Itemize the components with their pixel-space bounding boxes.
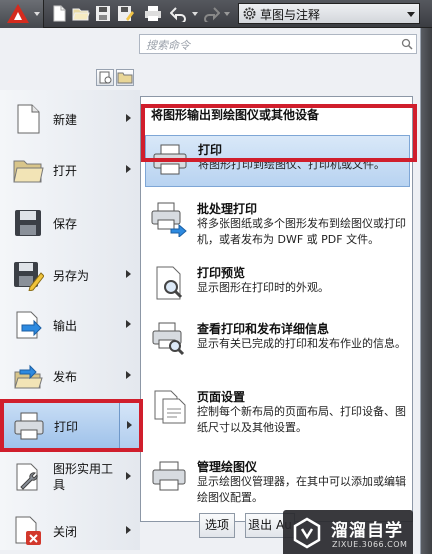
chevron-right-icon [127,421,132,429]
submenu-item-batch-plot[interactable]: 批处理打印 将多张图纸或多个图形发布到绘图仪或打印机，或者发布为 DWF 或 P… [145,195,410,257]
submenu-item-page-setup[interactable]: 页面设置 控制每个新布局的页面布局、打印设备、图纸尺寸以及其他设置。 [145,383,410,445]
new-file-icon [12,103,44,135]
watermark-url: ZIXUE.3066.COM [332,540,408,549]
chevron-right-icon [126,320,131,328]
redo-dropdown-icon[interactable] [218,5,230,22]
menu-item-new[interactable]: 新建 [0,94,140,144]
floppy-disk-icon [12,207,44,239]
menu-item-save-as[interactable]: 另存为 [0,250,140,300]
plotter-manager-icon [151,459,187,495]
submenu-item-title: 打印预览 [197,266,246,280]
search-placeholder: 搜索命令 [146,39,190,52]
submenu-item-desc: 将多张图纸或多个图形发布到绘图仪或打印机，或者发布为 DWF 或 PDF 文件。 [197,217,406,246]
search-input[interactable]: 搜索命令 [139,34,417,54]
page-setup-icon [151,389,187,425]
chevron-right-icon [126,526,131,534]
watermark: 溜溜自学 ZIXUE.3066.COM [283,510,413,554]
menu-item-label: 关闭 [53,525,78,539]
submenu-item-desc: 显示图形在打印时的外观。 [197,281,329,294]
submenu-item-plotter-manager[interactable]: 管理绘图仪 显示绘图仪管理器，在其中可以添加或编辑绘图仪配置。 [145,453,410,513]
workspace-switcher[interactable]: 草图与注释 [238,3,420,24]
application-menu-button[interactable] [0,0,44,28]
submenu-item-title: 批处理打印 [197,202,258,216]
menu-item-label: 发布 [53,370,78,384]
print-icon[interactable] [144,5,162,22]
submenu-item-title: 查看打印和发布详细信息 [197,322,330,336]
new-icon[interactable] [50,5,68,22]
application-menu-panel: 搜索命令 新建 打开 保存 另存为 输出 发布 打印 图形实用工具 关闭 将图形… [0,28,421,554]
batch-plot-icon [151,201,187,237]
submenu-item-title: 管理绘图仪 [197,460,258,474]
wrench-icon [12,461,44,493]
menu-item-save[interactable]: 保存 [0,198,140,248]
menu-item-label: 保存 [53,217,78,231]
open-documents-icon[interactable] [116,69,134,86]
submenu-item-plot-details[interactable]: 查看打印和发布详细信息 显示有关已完成的打印和发布作业的信息。 [145,315,410,367]
submenu-item-title: 页面设置 [197,390,246,404]
watermark-name: 溜溜自学 [331,521,403,541]
menu-item-label: 图形实用工具 [53,462,114,492]
workspace-label: 草图与注释 [260,8,321,22]
chevron-right-icon [126,472,131,480]
menu-item-publish[interactable]: 发布 [0,351,140,401]
chevron-right-icon [126,114,131,122]
menu-item-label: 另存为 [53,269,90,283]
saveas-icon[interactable] [116,5,134,22]
submenu-item-desc: 显示绘图仪管理器，在其中可以添加或编辑绘图仪配置。 [197,475,406,504]
chevron-down-icon [407,12,415,17]
menu-item-label: 打印 [54,420,79,434]
submenu-item-plot-preview[interactable]: 打印预览 显示图形在打印时的外观。 [145,259,410,311]
options-button[interactable]: 选项 [199,513,235,538]
watermark-logo-icon [291,517,323,549]
plot-preview-icon [151,265,187,301]
submenu-item-desc: 控制每个新布局的页面布局、打印设备、图纸尺寸以及其他设置。 [197,405,406,434]
undo-dropdown-icon[interactable] [186,5,198,22]
quick-access-toolbar: 草图与注释 [0,0,432,28]
menu-item-drawing-utilities[interactable]: 图形实用工具 [0,452,140,502]
submenu-header: 将图形输出到绘图仪或其他设备 [151,108,320,122]
menu-item-label: 打开 [53,164,78,178]
chevron-right-icon [126,371,131,379]
recent-documents-icon[interactable] [96,69,114,86]
plot-details-icon [151,321,187,357]
autocad-logo-icon [7,4,29,23]
menu-item-open[interactable]: 打开 [0,145,140,195]
close-file-icon [12,515,44,547]
submenu-item-desc: 显示有关已完成的打印和发布作业的信息。 [197,337,406,350]
submenu-item-title: 打印 [198,143,223,157]
search-icon [401,38,413,50]
submenu-item-plot[interactable]: 打印 将图形打印到绘图仪、打印机或文件。 [145,135,410,187]
print-submenu: 将图形输出到绘图仪或其他设备 打印 将图形打印到绘图仪、打印机或文件。 批处理打… [140,96,413,522]
left-menu: 新建 打开 保存 另存为 输出 发布 打印 图形实用工具 关闭 [0,90,140,550]
gear-icon [242,6,257,21]
chevron-right-icon [126,165,131,173]
menu-item-export[interactable]: 输出 [0,300,140,350]
open-icon[interactable] [72,5,90,22]
printer-icon [13,410,45,442]
publish-icon [12,360,44,392]
chevron-right-icon [126,270,131,278]
export-icon [12,309,44,341]
menu-item-label: 新建 [53,113,78,127]
submenu-item-desc: 将图形打印到绘图仪、打印机或文件。 [198,158,385,171]
save-as-icon [12,259,44,291]
save-icon[interactable] [94,5,112,22]
menu-item-label: 输出 [53,319,78,333]
menu-item-print[interactable]: 打印 [0,401,140,449]
printer-icon [152,142,188,178]
open-folder-icon [12,154,44,186]
chevron-down-icon [34,12,40,16]
menu-item-close[interactable]: 关闭 [0,506,140,554]
window-edge [421,28,432,554]
